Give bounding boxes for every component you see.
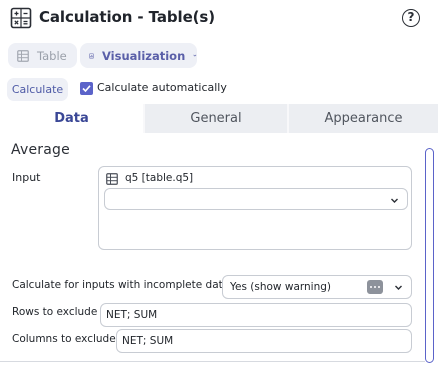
calculate-automatically-checkbox[interactable] <box>80 82 93 95</box>
help-circle-icon[interactable]: ? <box>402 9 420 27</box>
input-select[interactable] <box>104 188 408 210</box>
input-label: Input <box>12 171 41 184</box>
visualization-button-label: Visualization <box>101 48 186 63</box>
rows-to-exclude-label: Rows to exclude <box>12 306 98 318</box>
checkmark-icon <box>82 85 91 93</box>
incomplete-data-dropdown[interactable]: Yes (show warning) <box>222 275 412 299</box>
calculate-row: Calculate Calculate automatically <box>0 76 438 102</box>
table-icon <box>17 49 29 62</box>
table-button-label: Table <box>37 48 67 63</box>
calculate-automatically-label[interactable]: Calculate automatically <box>97 81 227 94</box>
table-icon <box>106 173 118 185</box>
columns-to-exclude-value: NET; SUM <box>122 335 174 347</box>
tab-data[interactable]: Data <box>0 104 143 133</box>
incomplete-data-label: Calculate for inputs with incomplete dat… <box>12 279 230 291</box>
tab-appearance[interactable]: Appearance <box>289 104 438 133</box>
rows-to-exclude-field[interactable]: NET; SUM <box>100 303 412 327</box>
rows-to-exclude-value: NET; SUM <box>106 309 158 321</box>
input-tag[interactable]: q5 [table.q5] <box>125 172 193 184</box>
more-dots-icon[interactable] <box>367 280 383 294</box>
chevron-down-icon <box>391 198 398 203</box>
calculate-button[interactable]: Calculate <box>7 78 68 101</box>
chevron-down-icon <box>395 285 402 290</box>
section-title: Average <box>11 142 70 158</box>
columns-to-exclude-field[interactable]: NET; SUM <box>116 329 412 353</box>
scrollbar[interactable] <box>425 148 434 363</box>
incomplete-data-value: Yes (show warning) <box>230 281 332 293</box>
chevron-down-icon <box>193 54 197 57</box>
divider <box>0 361 425 362</box>
calculator-icon <box>10 7 32 29</box>
visualization-button[interactable]: Visualization <box>80 43 197 68</box>
input-field[interactable]: q5 [table.q5] <box>98 166 412 250</box>
dialog-title: Calculation - Table(s) <box>39 8 215 26</box>
toolbar: Table Visualization <box>0 43 438 71</box>
tab-bar: Data General Appearance <box>0 104 438 133</box>
table-button[interactable]: Table <box>8 43 77 68</box>
chart-icon <box>89 53 94 58</box>
columns-to-exclude-label: Columns to exclude <box>12 333 116 345</box>
tab-general[interactable]: General <box>145 104 287 133</box>
dialog-header: Calculation - Table(s) ? <box>0 0 438 38</box>
